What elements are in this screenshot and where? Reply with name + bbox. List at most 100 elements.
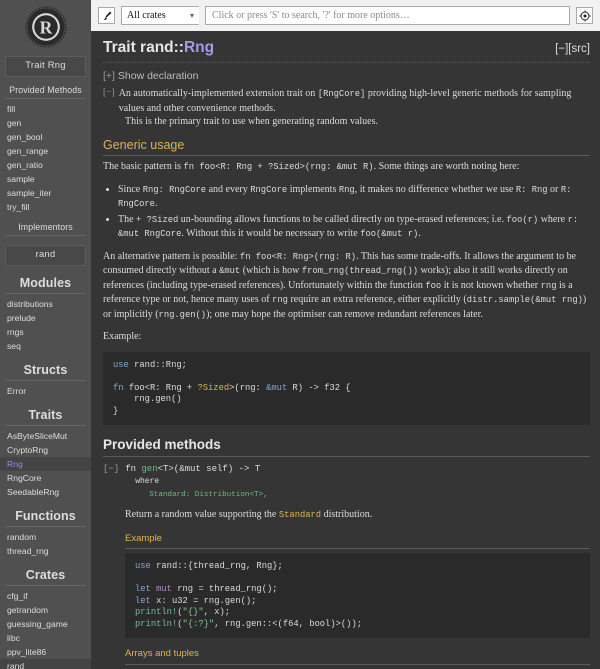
- crate-filter-select[interactable]: All crates ▾: [121, 6, 199, 25]
- b2-e: .: [418, 228, 421, 239]
- search-input[interactable]: Click or press 'S' to search, '?' for mo…: [205, 6, 570, 25]
- sidebar-heading-functions: Functions: [5, 505, 86, 527]
- sidebar-item-seq[interactable]: seq: [0, 339, 91, 353]
- generic-usage-bullets: Since Rng: RngCore and every RngCore imp…: [103, 183, 590, 242]
- sidebar-item-cryptorng[interactable]: CryptoRng: [0, 443, 91, 457]
- code-block-gen-example: use rand::{thread_rng, Rng}; let mut rng…: [125, 553, 590, 638]
- sidebar-item-gen_bool[interactable]: gen_bool: [0, 130, 91, 144]
- method-signature-text: fn gen<T>(&mut self) -> T where Standard…: [125, 463, 267, 501]
- doc-intro: [−] An automatically-implemented extensi…: [103, 87, 590, 115]
- sidebar-section-structs: Structs Error: [0, 359, 91, 398]
- sidebar-item-cfg_if[interactable]: cfg_if: [0, 589, 91, 603]
- sidebar-heading-crates: Crates: [5, 564, 86, 586]
- b2-c2: foo(r): [506, 214, 539, 225]
- sidebar-section-modules: Modules distributions prelude rngs seq: [0, 272, 91, 353]
- alt-i: ); one may hope the optimiser can remove…: [206, 308, 483, 320]
- subsection-example: Example: [125, 532, 590, 549]
- intro-code-rngcore[interactable]: [RngCore]: [318, 89, 366, 99]
- sidebar-item-error[interactable]: Error: [0, 384, 91, 398]
- primary-trait-note: This is the primary trait to use when ge…: [125, 116, 378, 127]
- sidebar-item-rand[interactable]: rand: [0, 659, 91, 669]
- b1-d: , it makes no difference whether we use: [354, 183, 516, 195]
- sidebar-item-ppv_lite86[interactable]: ppv_lite86: [0, 645, 91, 659]
- alt-c5: rng: [540, 280, 557, 291]
- sidebar-item-gen_ratio[interactable]: gen_ratio: [0, 158, 91, 172]
- show-declaration-toggle[interactable]: [+] Show declaration: [103, 70, 590, 82]
- doc-intro-text: An automatically-implemented extension t…: [119, 87, 590, 115]
- sidebar-section-traits: Traits AsByteSliceMut CryptoRng Rng RngC…: [0, 404, 91, 499]
- sidebar-item-libc[interactable]: libc: [0, 631, 91, 645]
- theme-picker-button[interactable]: [98, 7, 115, 24]
- alt-e: it is not known whether: [441, 279, 541, 291]
- method-doc-code[interactable]: Standard: [279, 510, 321, 520]
- sidebar-list-functions: random thread_rng: [0, 527, 91, 558]
- sidebar-section-provided-methods: Provided Methods fill gen gen_bool gen_r…: [0, 83, 91, 214]
- alt-g: require an extra reference, either expli…: [287, 294, 467, 305]
- page-title-name: Rng: [183, 39, 215, 56]
- paintbrush-icon: [102, 11, 111, 20]
- svg-text:R: R: [39, 18, 52, 38]
- sidebar-item-asbyteslicemut[interactable]: AsByteSliceMut: [0, 429, 91, 443]
- sidebar-crate-button[interactable]: rand: [5, 245, 86, 266]
- method-gen: [−] fn gen<T>(&mut self) -> T where Stan…: [103, 463, 590, 669]
- sidebar-item-rngs[interactable]: rngs: [0, 325, 91, 339]
- example-label: Example:: [103, 331, 142, 342]
- subsection-arrays-and-tuples: Arrays and tuples: [125, 647, 590, 665]
- method-name[interactable]: gen: [141, 464, 157, 474]
- sidebar-heading-provided-methods: Provided Methods: [5, 83, 86, 99]
- method-doc-paragraph: Return a random value supporting the Sta…: [125, 508, 590, 523]
- basic-pattern-code: fn foo<R: Rng + ?Sized>(rng: &mut R): [183, 162, 374, 172]
- sidebar-section-functions: Functions random thread_rng: [0, 505, 91, 558]
- sidebar-item-sample[interactable]: sample: [0, 172, 91, 186]
- basic-pattern-paragraph: The basic pattern is fn foo<R: Rng + ?Si…: [103, 160, 590, 175]
- alt-c: (which is how: [240, 265, 302, 276]
- sidebar-item-prelude[interactable]: prelude: [0, 311, 91, 325]
- method-kw-fn: fn: [125, 464, 142, 474]
- rust-logo-icon: R: [24, 6, 67, 48]
- sidebar-item-sample_iter[interactable]: sample_iter: [0, 186, 91, 200]
- alt-c4: foo: [425, 280, 442, 291]
- b1-c4: R: Rng: [515, 184, 548, 195]
- sidebar-item-rng[interactable]: Rng: [0, 457, 91, 471]
- method-toggle-icon[interactable]: [−]: [103, 463, 119, 475]
- chevron-down-icon: ▾: [189, 11, 194, 20]
- doc-block-main: [−] An automatically-implemented extensi…: [103, 87, 590, 425]
- basic-pattern-a: The basic pattern is: [103, 161, 184, 172]
- settings-button[interactable]: [576, 7, 593, 24]
- b2-c: where: [538, 213, 568, 225]
- sidebar-item-rngcore[interactable]: RngCore: [0, 471, 91, 485]
- alt-c7: distr.sample(&mut rng): [466, 295, 583, 305]
- sidebar: R Trait Rng Provided Methods fill gen ge…: [0, 0, 91, 669]
- sidebar-item-distributions[interactable]: distributions: [0, 297, 91, 311]
- sidebar-item-try_fill[interactable]: try_fill: [0, 200, 91, 214]
- sidebar-heading-structs: Structs: [5, 359, 86, 381]
- sidebar-list-provided-methods: fill gen gen_bool gen_range gen_ratio sa…: [0, 99, 91, 214]
- sidebar-heading-modules: Modules: [5, 272, 86, 294]
- sidebar-item-gen_range[interactable]: gen_range: [0, 144, 91, 158]
- sidebar-item-getrandom[interactable]: getrandom: [0, 603, 91, 617]
- toggle-minus-icon[interactable]: [−]: [103, 87, 115, 115]
- sidebar-current-item[interactable]: Trait Rng: [5, 56, 86, 77]
- b1-c1: Rng: RngCore: [142, 184, 207, 195]
- sidebar-item-seedablerng[interactable]: SeedableRng: [0, 485, 91, 499]
- sidebar-item-fill[interactable]: fill: [0, 102, 91, 116]
- b1-c3: Rng: [338, 184, 355, 195]
- page-title-kind: Trait: [103, 39, 141, 56]
- page-title: Trait rand::Rng [−][src]: [103, 39, 590, 63]
- section-generic-usage: Generic usage: [103, 138, 590, 156]
- sidebar-item-guessing_game[interactable]: guessing_game: [0, 617, 91, 631]
- sidebar-item-random[interactable]: random: [0, 530, 91, 544]
- alt-c1: fn foo<R: Rng>(rng: R): [239, 251, 357, 262]
- title-links[interactable]: [−][src]: [555, 43, 590, 55]
- b2-a: The: [118, 213, 137, 225]
- rust-logo-link[interactable]: R: [0, 0, 91, 50]
- sidebar-item-thread_rng[interactable]: thread_rng: [0, 544, 91, 558]
- sidebar-item-gen[interactable]: gen: [0, 116, 91, 130]
- b2-c4: foo(&mut r): [360, 229, 419, 239]
- b1-a: Since: [118, 183, 143, 195]
- b1-b: and every: [206, 183, 251, 195]
- sidebar-list-traits: AsByteSliceMut CryptoRng Rng RngCore See…: [0, 426, 91, 499]
- alt-c2: &mut: [219, 266, 241, 276]
- sidebar-list-crates: cfg_if getrandom guessing_game libc ppv_…: [0, 586, 91, 669]
